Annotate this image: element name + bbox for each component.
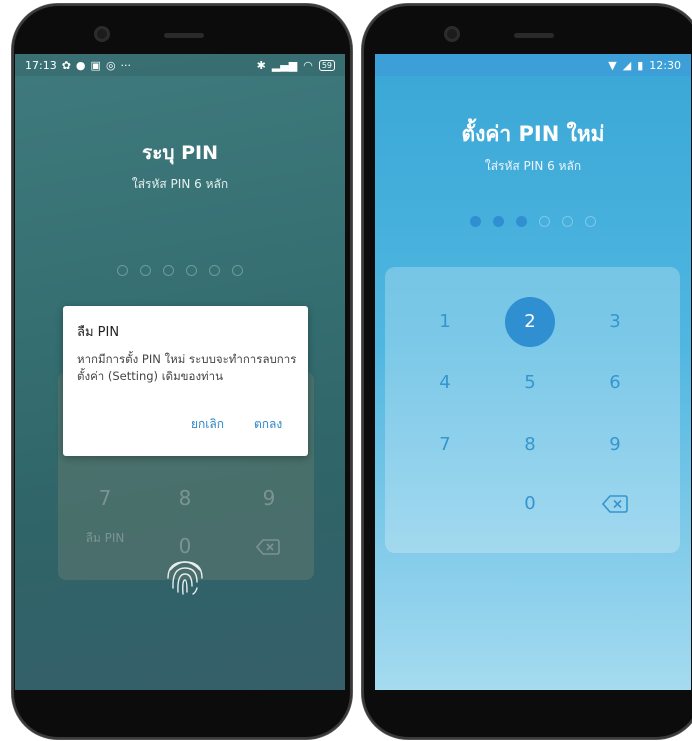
bluetooth-icon: ✱ — [256, 58, 266, 72]
cancel-button[interactable]: ยกเลิก — [191, 415, 224, 434]
key-3[interactable]: 3 — [590, 297, 640, 347]
pin-dot — [232, 265, 243, 276]
key-2[interactable]: 2 — [505, 297, 555, 347]
pin-dot — [140, 265, 151, 276]
pin-indicator — [15, 265, 345, 276]
page-subtitle: ใส่รหัส PIN 6 หลัก — [484, 159, 582, 173]
status-bar: 17:13 ✿ ● ▣ ◎ ··· ✱ ▂▄▆ ◠ 59 — [15, 54, 345, 76]
front-camera — [94, 26, 110, 42]
pin-dot-filled — [470, 216, 481, 227]
key-7[interactable]: 7 — [420, 420, 470, 470]
signal-icon: ▂▄▆ — [271, 58, 298, 72]
status-time: 17:13 — [25, 58, 57, 72]
pin-dot — [117, 265, 128, 276]
backspace-icon[interactable] — [255, 538, 280, 556]
key-8[interactable]: 8 — [505, 420, 555, 470]
pin-dot — [209, 265, 220, 276]
key-0[interactable]: 0 — [505, 479, 555, 529]
page-title: ระบุ PIN — [142, 142, 218, 164]
fingerprint-icon[interactable] — [162, 552, 208, 598]
key-6[interactable]: 6 — [590, 358, 640, 408]
pin-dot — [163, 265, 174, 276]
wifi-icon: ▼ — [608, 58, 617, 72]
dialog-title: ลืม PIN — [77, 325, 120, 340]
status-time: 12:30 — [649, 58, 681, 72]
battery-icon: 59 — [318, 59, 335, 71]
speaker-grille — [514, 33, 554, 38]
speaker-grille — [164, 33, 204, 38]
screen-set-new-pin: ▼ ◢ ▮ 12:30 ตั้งค่า PIN ใหม่ ใส่รหัส PIN… — [375, 54, 691, 690]
status-bar: ▼ ◢ ▮ 12:30 — [375, 54, 691, 76]
key-4[interactable]: 4 — [420, 358, 470, 408]
front-camera — [444, 26, 460, 42]
forgot-pin-dialog: ลืม PIN หากมีการตั้ง PIN ใหม่ ระบบจะทำกา… — [63, 306, 308, 456]
signal-icon: ◢ — [622, 58, 632, 72]
key-5[interactable]: 5 — [505, 358, 555, 408]
page-title: ตั้งค่า PIN ใหม่ — [461, 122, 605, 146]
pin-dot-filled — [516, 216, 527, 227]
notification-icon: ✿ — [61, 58, 71, 72]
pin-dot-empty — [539, 216, 550, 227]
phone-right: ▼ ◢ ▮ 12:30 ตั้งค่า PIN ใหม่ ใส่รหัส PIN… — [362, 4, 692, 739]
key-8[interactable]: 8 — [155, 486, 215, 510]
ok-button[interactable]: ตกลง — [254, 415, 282, 434]
phone-left: 17:13 ✿ ● ▣ ◎ ··· ✱ ▂▄▆ ◠ 59 ระบุ PIN ใส… — [12, 4, 352, 739]
dialog-message: หากมีการตั้ง PIN ใหม่ ระบบจะทำการลบการตั… — [77, 352, 297, 383]
chat-icon: ● — [75, 58, 86, 72]
pin-indicator — [375, 216, 691, 227]
key-9[interactable]: 9 — [239, 486, 299, 510]
pin-dot-empty — [585, 216, 596, 227]
pin-dot — [186, 265, 197, 276]
key-7[interactable]: 7 — [75, 486, 135, 510]
calendar-icon: ▣ — [90, 58, 101, 72]
screen-enter-pin: 17:13 ✿ ● ▣ ◎ ··· ✱ ▂▄▆ ◠ 59 ระบุ PIN ใส… — [15, 54, 345, 690]
instagram-icon: ◎ — [105, 58, 116, 72]
wifi-icon: ◠ — [303, 58, 313, 72]
battery-icon: ▮ — [637, 58, 644, 72]
key-1[interactable]: 1 — [420, 297, 470, 347]
more-notifications: ··· — [120, 58, 132, 72]
page-subtitle: ใส่รหัส PIN 6 หลัก — [131, 177, 229, 191]
key-9[interactable]: 9 — [590, 420, 640, 470]
pin-dot-filled — [493, 216, 504, 227]
forgot-pin-button[interactable]: ลืม PIN — [75, 530, 135, 547]
pin-dot-empty — [562, 216, 573, 227]
backspace-icon[interactable] — [601, 494, 628, 514]
